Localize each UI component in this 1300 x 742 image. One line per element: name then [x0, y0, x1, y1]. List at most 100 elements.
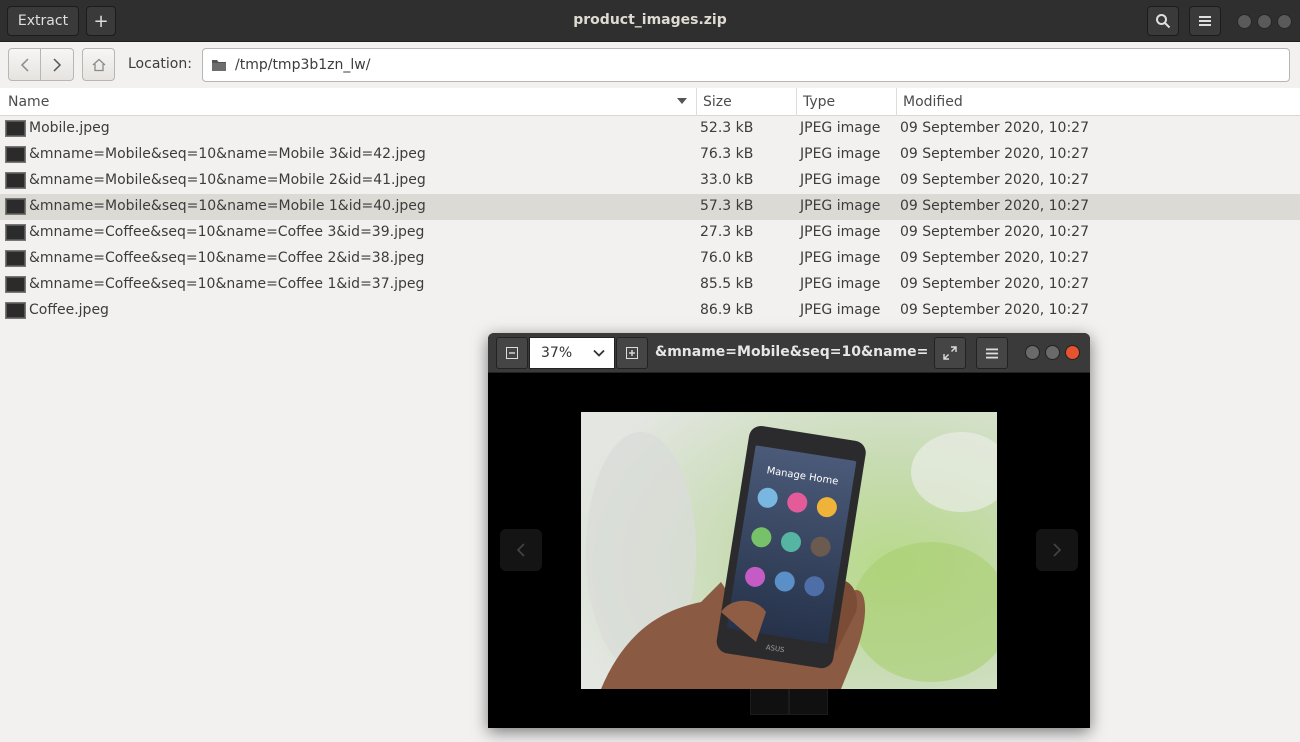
hamburger-menu-icon	[1199, 16, 1211, 26]
file-size: 52.3 kB	[700, 120, 754, 136]
fullscreen-icon	[943, 346, 957, 360]
image-file-icon	[5, 120, 26, 137]
image-file-icon	[5, 302, 26, 319]
viewer-title: &mname=Mobile&seq=10&name=Mo...	[655, 344, 927, 360]
add-files-button[interactable]: +	[86, 6, 116, 36]
file-modified: 09 September 2020, 10:27	[900, 198, 1089, 214]
file-row[interactable]: Coffee.jpeg 86.9 kB JPEG image 09 Septem…	[0, 298, 1300, 324]
minus-icon	[506, 347, 518, 359]
sort-descending-icon	[677, 98, 687, 104]
file-name: Coffee.jpeg	[29, 302, 109, 318]
maximize-button[interactable]	[1257, 14, 1272, 29]
file-type: JPEG image	[800, 224, 881, 240]
file-name: &mname=Mobile&seq=10&name=Mobile 1&id=40…	[29, 198, 426, 214]
file-name: &mname=Mobile&seq=10&name=Mobile 2&id=41…	[29, 172, 426, 188]
menu-button[interactable]	[1189, 6, 1221, 36]
file-row[interactable]: &mname=Mobile&seq=10&name=Mobile 3&id=42…	[0, 142, 1300, 168]
file-type: JPEG image	[800, 250, 881, 266]
zoom-in-button[interactable]	[616, 337, 648, 369]
viewer-title-bar: 37% &mname=Mobile&seq=10&name=Mo...	[488, 333, 1090, 373]
file-type: JPEG image	[800, 120, 881, 136]
image-file-icon	[5, 146, 26, 163]
minimize-button[interactable]	[1237, 14, 1252, 29]
plus-icon	[626, 347, 638, 359]
image-file-icon	[5, 224, 26, 241]
file-row[interactable]: &mname=Mobile&seq=10&name=Mobile 2&id=41…	[0, 168, 1300, 194]
forward-button[interactable]	[41, 48, 74, 81]
viewer-menu-button[interactable]	[976, 337, 1008, 369]
home-button[interactable]	[82, 48, 115, 81]
search-button[interactable]	[1147, 6, 1179, 36]
file-type: JPEG image	[800, 302, 881, 318]
file-modified: 09 September 2020, 10:27	[900, 302, 1089, 318]
product-photo: Manage Home ASUS	[581, 412, 997, 689]
file-name: Mobile.jpeg	[29, 120, 110, 136]
search-icon	[1156, 14, 1171, 29]
file-size: 86.9 kB	[700, 302, 754, 318]
file-size: 33.0 kB	[700, 172, 754, 188]
next-image-button[interactable]	[1036, 529, 1078, 571]
file-modified: 09 September 2020, 10:27	[900, 250, 1089, 266]
location-field[interactable]: /tmp/tmp3b1zn_lw/	[202, 48, 1290, 82]
back-button[interactable]	[8, 48, 41, 81]
file-size: 85.5 kB	[700, 276, 754, 292]
image-file-icon	[5, 276, 26, 293]
file-modified: 09 September 2020, 10:27	[900, 276, 1089, 292]
close-button[interactable]	[1277, 14, 1292, 29]
file-size: 57.3 kB	[700, 198, 754, 214]
chevron-right-icon	[1053, 543, 1062, 557]
file-name: &mname=Mobile&seq=10&name=Mobile 3&id=42…	[29, 146, 426, 162]
zoom-level-dropdown[interactable]: 37%	[529, 337, 615, 369]
column-header-name[interactable]: Name	[8, 94, 49, 110]
file-row-selected[interactable]: &mname=Mobile&seq=10&name=Mobile 1&id=40…	[0, 194, 1300, 220]
file-type: JPEG image	[800, 172, 881, 188]
column-divider	[796, 88, 797, 116]
file-row[interactable]: &mname=Coffee&seq=10&name=Coffee 3&id=39…	[0, 220, 1300, 246]
file-type: JPEG image	[800, 276, 881, 292]
zoom-level-value: 37%	[541, 345, 573, 361]
title-bar: Extract + product_images.zip	[0, 0, 1300, 42]
zoom-out-button[interactable]	[496, 337, 528, 369]
folder-icon	[212, 60, 226, 71]
file-size: 76.3 kB	[700, 146, 754, 162]
file-modified: 09 September 2020, 10:27	[900, 120, 1089, 136]
file-name: &mname=Coffee&seq=10&name=Coffee 2&id=38…	[29, 250, 425, 266]
column-header-modified[interactable]: Modified	[903, 94, 963, 110]
location-path: /tmp/tmp3b1zn_lw/	[235, 57, 371, 73]
file-type: JPEG image	[800, 146, 881, 162]
file-size: 76.0 kB	[700, 250, 754, 266]
chevron-down-icon	[593, 349, 605, 357]
column-header-type[interactable]: Type	[803, 94, 835, 110]
column-header-size[interactable]: Size	[703, 94, 732, 110]
extract-button[interactable]: Extract	[7, 6, 79, 36]
location-label: Location:	[128, 56, 192, 72]
chevron-right-icon	[53, 57, 62, 72]
file-row[interactable]: &mname=Coffee&seq=10&name=Coffee 1&id=37…	[0, 272, 1300, 298]
image-file-icon	[5, 198, 26, 215]
file-row[interactable]: Mobile.jpeg 52.3 kB JPEG image 09 Septem…	[0, 116, 1300, 142]
file-row[interactable]: &mname=Coffee&seq=10&name=Coffee 2&id=38…	[0, 246, 1300, 272]
viewer-minimize-button[interactable]	[1025, 345, 1040, 360]
chevron-left-icon	[20, 57, 29, 72]
location-bar: Location: /tmp/tmp3b1zn_lw/	[0, 42, 1300, 88]
chevron-left-icon	[516, 543, 525, 557]
file-modified: 09 September 2020, 10:27	[900, 224, 1089, 240]
image-file-icon	[5, 250, 26, 267]
hamburger-menu-icon	[986, 348, 998, 358]
image-file-icon	[5, 172, 26, 189]
file-name: &mname=Coffee&seq=10&name=Coffee 3&id=39…	[29, 224, 425, 240]
home-icon	[92, 58, 105, 71]
column-divider	[696, 88, 697, 116]
file-modified: 09 September 2020, 10:27	[900, 146, 1089, 162]
file-type: JPEG image	[800, 198, 881, 214]
viewer-maximize-button[interactable]	[1045, 345, 1060, 360]
file-modified: 09 September 2020, 10:27	[900, 172, 1089, 188]
viewer-close-button[interactable]	[1065, 345, 1080, 360]
window-title: product_images.zip	[573, 12, 727, 28]
image-viewer-window: 37% &mname=Mobile&seq=10&name=Mo...	[488, 333, 1090, 728]
file-list-header: Name Size Type Modified	[0, 88, 1300, 116]
file-size: 27.3 kB	[700, 224, 754, 240]
fullscreen-button[interactable]	[934, 337, 966, 369]
file-name: &mname=Coffee&seq=10&name=Coffee 1&id=37…	[29, 276, 425, 292]
previous-image-button[interactable]	[500, 529, 542, 571]
